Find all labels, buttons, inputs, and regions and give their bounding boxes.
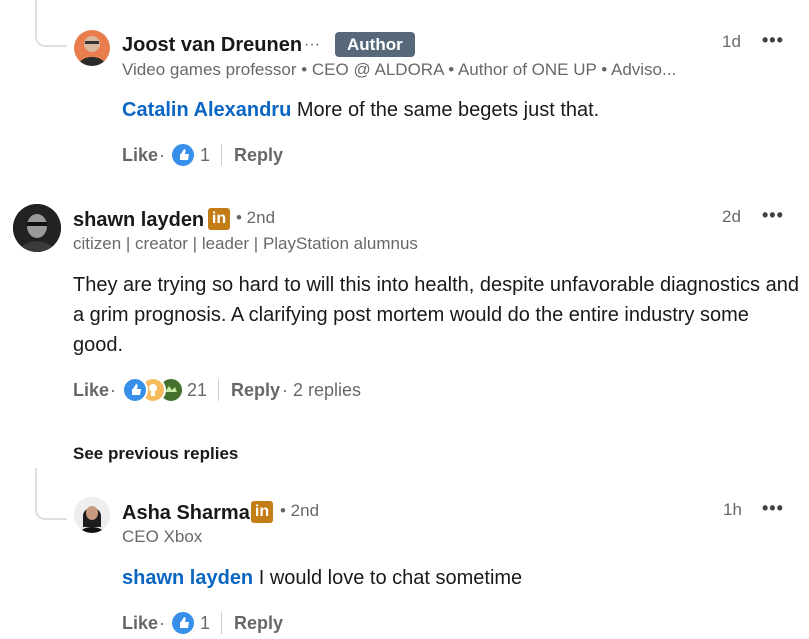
- comment-text: Catalin Alexandru More of the same beget…: [122, 95, 599, 125]
- connection-degree: • 2nd: [236, 208, 276, 227]
- reaction-count[interactable]: 21: [187, 380, 207, 401]
- like-reaction-icon[interactable]: [122, 377, 148, 403]
- comment-body: I would love to chat sometime: [253, 567, 523, 589]
- author-headline: CEO Xbox: [122, 527, 203, 546]
- comment-time: 1d: [722, 32, 741, 51]
- linkedin-premium-icon: in: [208, 208, 230, 230]
- avatar[interactable]: [13, 204, 61, 252]
- see-previous-replies-button[interactable]: See previous replies: [73, 444, 238, 464]
- dot-separator: ·: [159, 145, 165, 165]
- author-name[interactable]: Joost van Dreunen: [122, 34, 302, 57]
- avatar[interactable]: [74, 30, 110, 66]
- divider: [218, 379, 219, 401]
- like-reaction-icon[interactable]: [170, 610, 196, 636]
- comment-time: 2d: [722, 207, 741, 226]
- like-button[interactable]: Like: [73, 380, 109, 401]
- divider: [221, 144, 222, 166]
- replies-count[interactable]: · 2 replies: [282, 380, 361, 401]
- more-dots: ···: [304, 36, 320, 53]
- reply-button[interactable]: Reply: [234, 145, 283, 166]
- comment-time: 1h: [723, 500, 742, 519]
- linkedin-premium-icon: in: [251, 501, 273, 523]
- more-options-icon[interactable]: •••: [762, 205, 784, 226]
- like-button[interactable]: Like: [122, 613, 158, 634]
- author-headline: citizen | creator | leader | PlayStation…: [73, 234, 418, 253]
- dot-separator: ·: [110, 380, 116, 400]
- like-button[interactable]: Like: [122, 145, 158, 166]
- like-reaction-icon[interactable]: [170, 142, 196, 168]
- reply-button[interactable]: Reply: [234, 613, 283, 634]
- dot-separator: ·: [159, 613, 165, 633]
- more-options-icon[interactable]: •••: [762, 498, 784, 519]
- comment-body: They are trying so hard to will this int…: [73, 274, 799, 356]
- more-options-icon[interactable]: •••: [762, 30, 784, 51]
- thread-connector: [35, 468, 67, 520]
- author-badge: Author: [335, 32, 415, 57]
- mention-link[interactable]: Catalin Alexandru: [122, 99, 291, 121]
- connection-degree: • 2nd: [280, 501, 320, 520]
- thread-connector: [35, 0, 67, 47]
- reaction-count[interactable]: 1: [200, 613, 210, 634]
- comment-body: More of the same begets just that.: [291, 99, 600, 121]
- author-name[interactable]: shawn layden: [73, 209, 204, 232]
- reply-button[interactable]: Reply: [231, 380, 280, 401]
- mention-link[interactable]: shawn layden: [122, 567, 253, 589]
- comment-text: shawn layden I would love to chat someti…: [122, 563, 522, 593]
- author-headline: Video games professor • CEO @ ALDORA • A…: [122, 60, 677, 79]
- avatar[interactable]: [74, 497, 110, 533]
- divider: [221, 612, 222, 634]
- author-name[interactable]: Asha Sharma: [122, 502, 250, 525]
- reaction-count[interactable]: 1: [200, 145, 210, 166]
